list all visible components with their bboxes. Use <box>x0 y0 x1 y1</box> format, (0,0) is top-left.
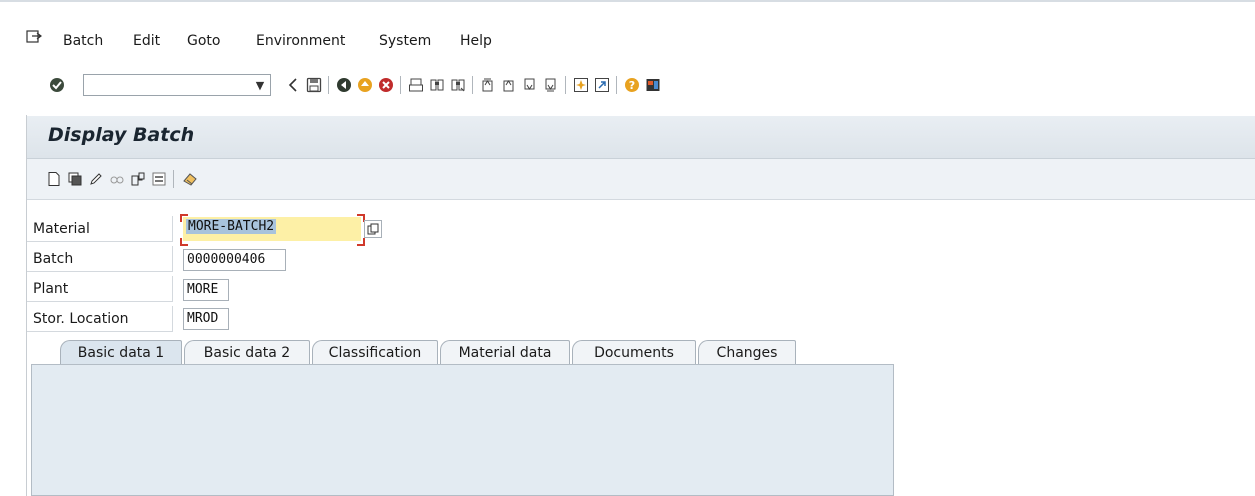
delete-icon[interactable] <box>181 170 199 188</box>
first-page-icon[interactable] <box>479 76 497 94</box>
batch-label: Batch <box>27 246 173 272</box>
command-dropdown-icon[interactable]: ▼ <box>250 75 270 95</box>
tab-basic-data-1[interactable]: Basic data 1 <box>60 340 182 365</box>
tab-material-data[interactable]: Material data <box>440 340 570 365</box>
menu-goto[interactable]: Goto <box>187 33 220 49</box>
svg-text:?: ? <box>629 79 635 92</box>
copy-icon[interactable] <box>66 170 84 188</box>
menu-environment[interactable]: Environment <box>256 33 345 49</box>
last-page-icon[interactable] <box>542 76 560 94</box>
focus-corner <box>357 238 365 246</box>
toolbar-separator <box>565 76 566 94</box>
command-field[interactable] <box>83 74 271 96</box>
title-bar <box>27 116 1255 159</box>
next-page-icon[interactable] <box>521 76 539 94</box>
focus-corner <box>180 214 188 222</box>
display-icon <box>108 170 126 188</box>
tab-classification[interactable]: Classification <box>312 340 438 365</box>
shortcut-icon[interactable] <box>593 76 611 94</box>
toolbar-separator <box>173 170 174 188</box>
print-icon[interactable] <box>407 76 425 94</box>
storage-location-label: Stor. Location <box>27 306 173 332</box>
where-used-icon[interactable] <box>129 170 147 188</box>
page-title: Display Batch <box>48 124 195 146</box>
previous-page-icon[interactable] <box>500 76 518 94</box>
batch-field[interactable]: 0000000406 <box>183 249 286 271</box>
back-icon[interactable] <box>335 76 353 94</box>
search-help-icon[interactable] <box>364 220 382 238</box>
plant-field[interactable]: MORE <box>183 279 229 301</box>
toolbar-separator <box>616 76 617 94</box>
application-toolbar <box>27 159 1255 200</box>
help-icon[interactable]: ? <box>623 76 641 94</box>
menu-batch[interactable]: Batch <box>63 33 103 49</box>
cancel-icon[interactable] <box>377 76 395 94</box>
toolbar-separator <box>472 76 473 94</box>
focus-corner <box>180 238 188 246</box>
tab-panel <box>31 364 894 496</box>
back-nav-icon[interactable] <box>284 76 302 94</box>
material-value: MORE-BATCH2 <box>186 219 277 234</box>
menu-toggle-icon[interactable] <box>26 30 42 48</box>
menu-system[interactable]: System <box>379 33 431 49</box>
tab-documents[interactable]: Documents <box>572 340 696 365</box>
tab-changes[interactable]: Changes <box>698 340 796 365</box>
toolbar-separator <box>400 76 401 94</box>
change-icon[interactable] <box>87 170 105 188</box>
storage-location-field[interactable]: MROD <box>183 308 229 330</box>
material-field[interactable]: MORE-BATCH2 <box>183 217 361 241</box>
menu-help[interactable]: Help <box>460 33 492 49</box>
plant-label: Plant <box>27 276 173 302</box>
menu-edit[interactable]: Edit <box>133 33 160 49</box>
find-icon[interactable] <box>428 76 446 94</box>
exit-icon[interactable] <box>356 76 374 94</box>
create-icon[interactable] <box>45 170 63 188</box>
enter-icon[interactable] <box>48 76 66 94</box>
toolbar-separator <box>328 76 329 94</box>
tab-basic-data-2[interactable]: Basic data 2 <box>184 340 310 365</box>
customize-layout-icon[interactable] <box>644 76 662 94</box>
save-icon[interactable] <box>305 76 323 94</box>
overview-icon[interactable] <box>150 170 168 188</box>
material-label: Material <box>27 216 173 242</box>
create-session-icon[interactable] <box>572 76 590 94</box>
find-next-icon[interactable] <box>449 76 467 94</box>
